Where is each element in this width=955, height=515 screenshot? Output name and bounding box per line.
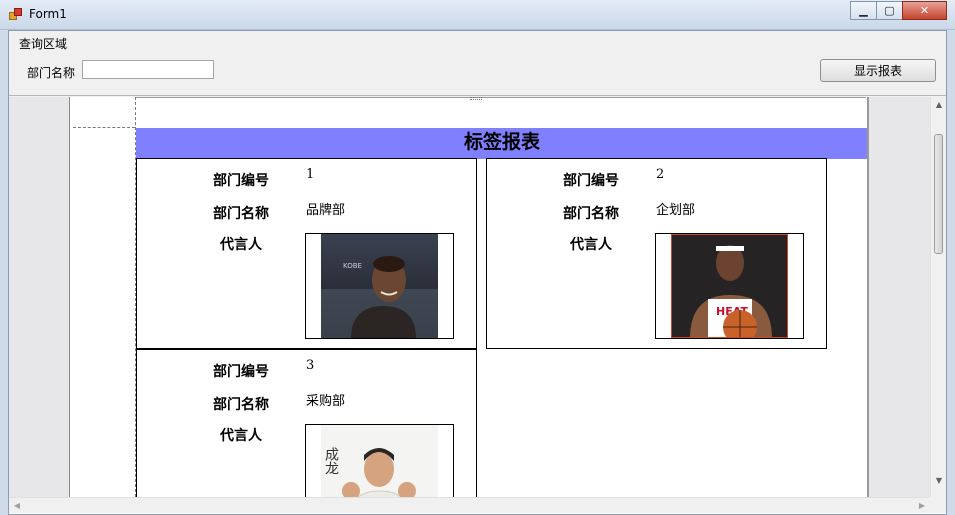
- dept-name-label: 部门名称: [563, 206, 619, 222]
- close-button[interactable]: ✕: [902, 1, 947, 20]
- photo-caption: 成龙: [323, 447, 339, 475]
- label-card-2: 部门编号 2 部门名称 企划部 代言人 HEAT: [486, 158, 827, 349]
- title-bar: Form1 ▁ ▢ ✕: [0, 0, 955, 30]
- spokesperson-label: 代言人: [570, 237, 612, 253]
- kobe-photo: KOBE: [321, 234, 438, 338]
- spokesperson-photo-frame: 成龙: [305, 424, 454, 497]
- horizontal-scrollbar[interactable]: ◀ ▶: [9, 497, 930, 513]
- margin-guide-top: [73, 127, 135, 128]
- jackie-chan-photo: 成龙: [321, 425, 438, 497]
- spokesperson-label: 代言人: [220, 428, 262, 444]
- dept-no-label: 部门编号: [213, 173, 269, 189]
- client-area: 查询区域 部门名称 显示报表 标签报表 部门编号 1 部门名称 品牌部 代言人: [8, 30, 947, 515]
- resize-grip[interactable]: [470, 97, 482, 100]
- dept-name-label: 部门名称: [213, 397, 269, 413]
- label-card-3: 部门编号 3 部门名称 采购部 代言人 成龙: [136, 349, 477, 497]
- dept-name-value: 采购部: [306, 394, 346, 409]
- dept-no-label: 部门编号: [213, 364, 269, 380]
- dept-no-value: 1: [306, 167, 315, 182]
- scroll-left-icon[interactable]: ◀: [9, 498, 25, 514]
- query-group: 查询区域 部门名称 显示报表: [9, 31, 946, 96]
- scroll-up-icon[interactable]: ▲: [931, 97, 947, 113]
- window-controls: ▁ ▢ ✕: [850, 1, 947, 20]
- spokesperson-photo-frame: HEAT: [655, 233, 804, 339]
- show-report-button[interactable]: 显示报表: [820, 59, 936, 82]
- dept-name-value: 品牌部: [306, 203, 346, 218]
- report-canvas: 标签报表 部门编号 1 部门名称 品牌部 代言人 KOBE 部门编号 2 部门名…: [9, 97, 930, 497]
- app-icon: [9, 8, 23, 21]
- page-top-border: [136, 97, 866, 98]
- scrollbar-corner: [930, 497, 946, 513]
- scroll-down-icon[interactable]: ▼: [931, 473, 947, 489]
- dept-no-value: 2: [656, 167, 665, 182]
- report-page: 标签报表 部门编号 1 部门名称 品牌部 代言人 KOBE 部门编号 2 部门名…: [69, 97, 869, 497]
- margin-guide-right: [867, 97, 868, 497]
- svg-text:KOBE: KOBE: [343, 262, 362, 270]
- report-title: 标签报表: [136, 128, 867, 159]
- dept-name-value: 企划部: [656, 203, 696, 218]
- window-title: Form1: [29, 7, 67, 21]
- spokesperson-label: 代言人: [220, 237, 262, 253]
- dept-name-label: 部门名称: [213, 206, 269, 222]
- report-viewer: 标签报表 部门编号 1 部门名称 品牌部 代言人 KOBE 部门编号 2 部门名…: [9, 97, 946, 514]
- lebron-photo: HEAT: [671, 234, 788, 338]
- scroll-right-icon[interactable]: ▶: [914, 498, 930, 514]
- dept-name-input[interactable]: [82, 60, 214, 79]
- query-group-label: 查询区域: [19, 37, 68, 51]
- maximize-button[interactable]: ▢: [876, 1, 903, 20]
- dept-no-label: 部门编号: [563, 173, 619, 189]
- vertical-scroll-thumb[interactable]: [934, 134, 943, 254]
- vertical-scrollbar[interactable]: ▲ ▼: [930, 97, 946, 497]
- dept-name-label: 部门名称: [27, 66, 76, 80]
- dept-no-value: 3: [306, 358, 315, 373]
- spokesperson-photo-frame: KOBE: [305, 233, 454, 339]
- label-card-1: 部门编号 1 部门名称 品牌部 代言人 KOBE: [136, 158, 477, 349]
- minimize-button[interactable]: ▁: [850, 1, 877, 20]
